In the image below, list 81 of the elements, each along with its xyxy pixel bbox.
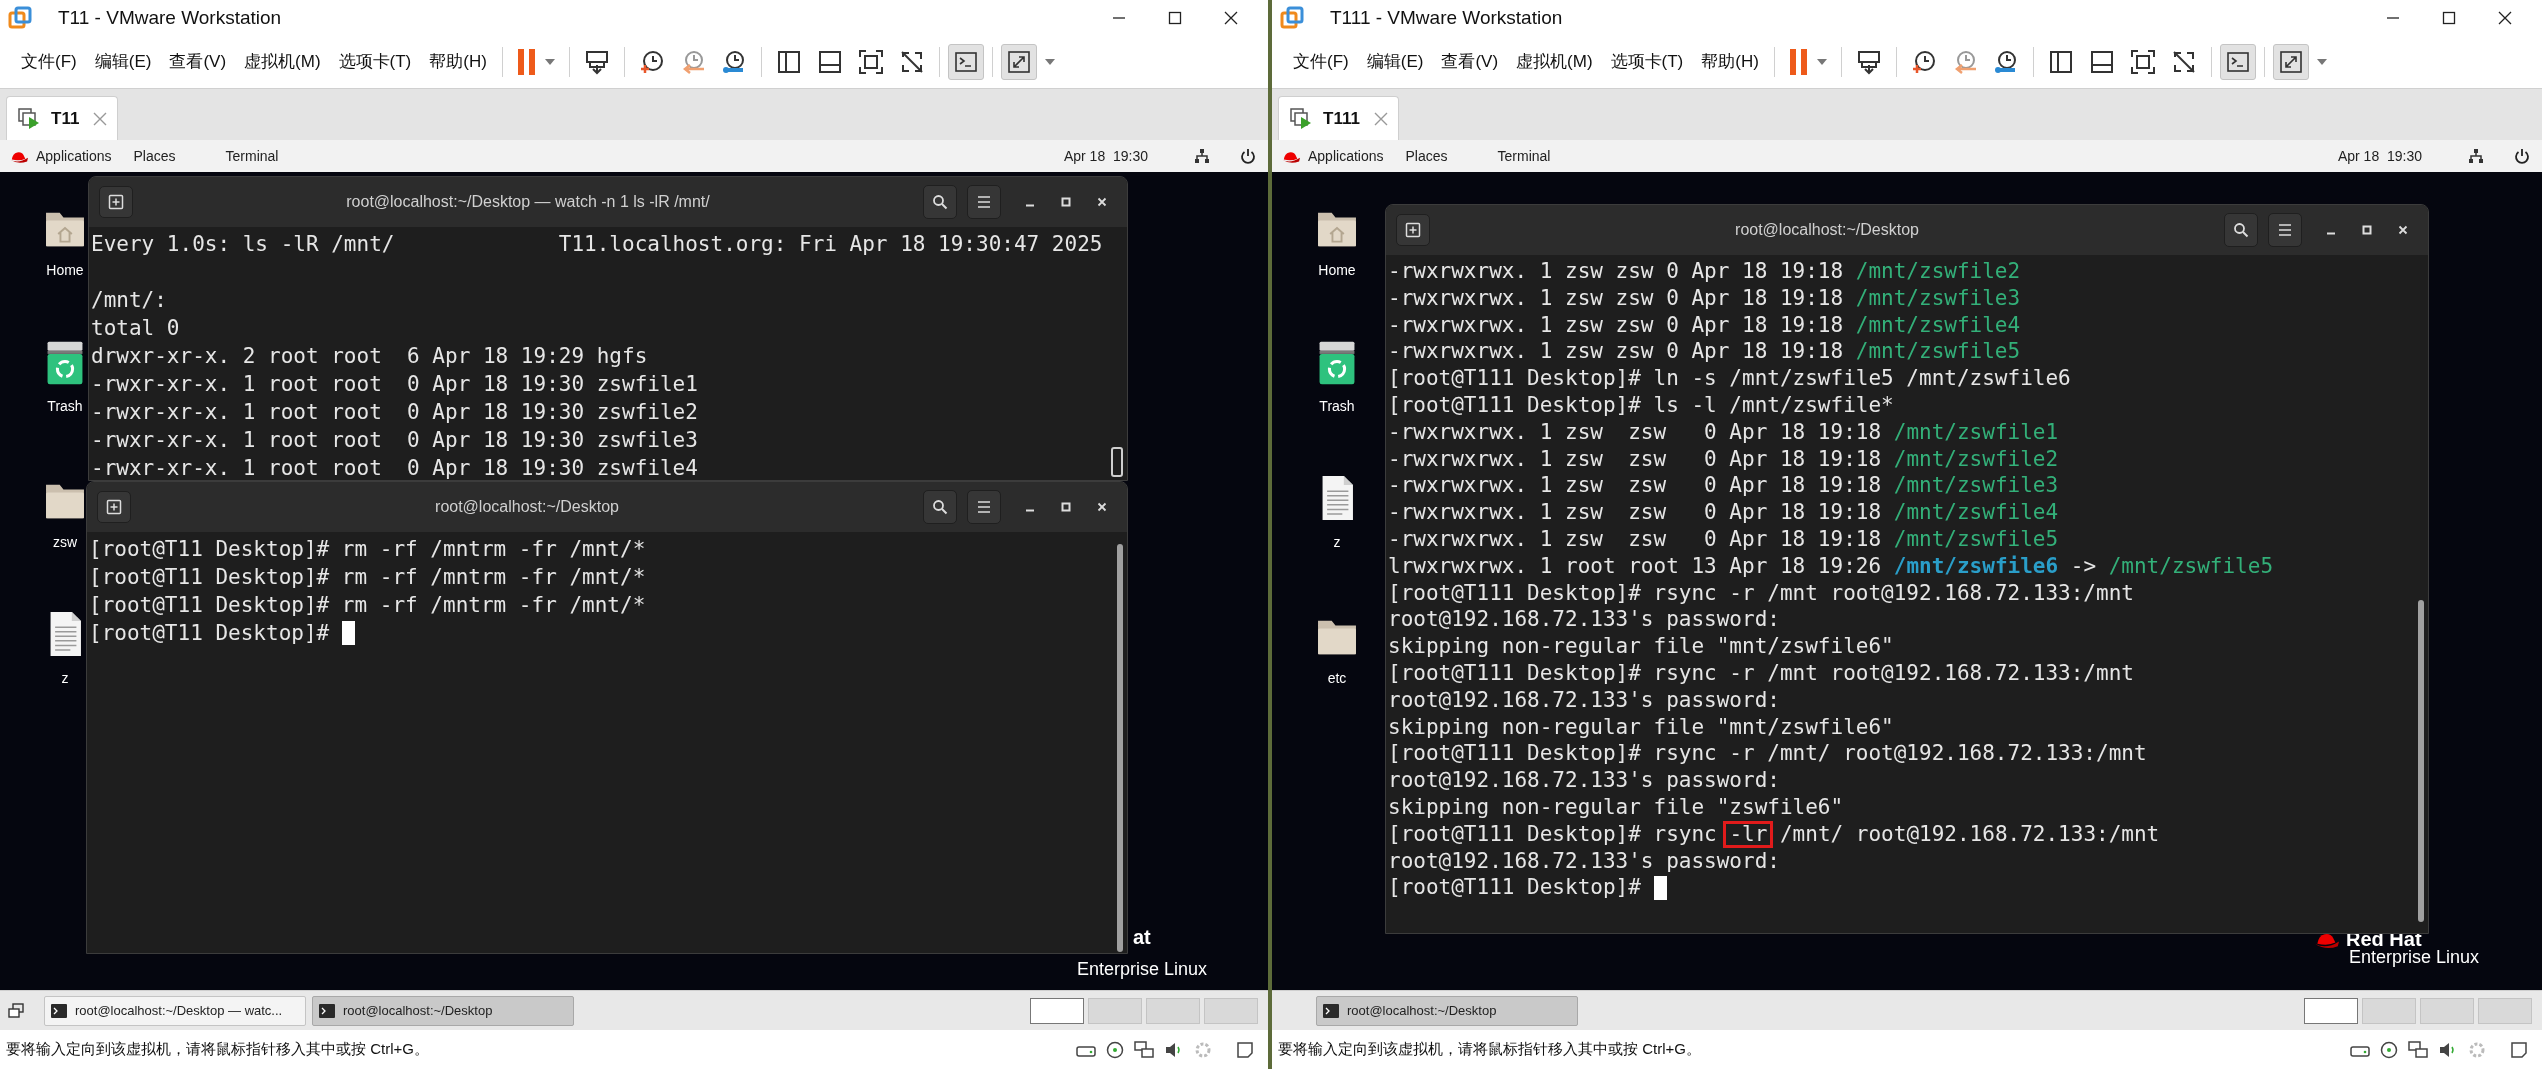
terminal-line: total 0: [91, 315, 180, 342]
terminal-text: [root@T111 Desktop]# rsync: [1388, 821, 1718, 846]
menu-item[interactable]: 文件(F): [1286, 45, 1356, 79]
clock[interactable]: Apr 18 19:30: [2337, 145, 2422, 167]
terminal-line: [root@T11 Desktop]# rm -rf /mntrm -fr /mnt/*: [89, 564, 646, 591]
terminal-line: -rwxrwxrwx. 1 zsw zsw 0 Apr 18 19:18 /mnt/zswfile4: [1388, 499, 2059, 526]
taskbar-item[interactable]: root@localhost:~/Desktop: [312, 995, 574, 1026]
menu-item[interactable]: 查看(V): [1434, 45, 1506, 79]
icon-label: z: [61, 669, 69, 688]
terminal-line: [root@T111 Desktop]# ln -s /mnt/zswfile5 /mnt/zswfile6: [1388, 365, 2071, 392]
terminal-line: skipping non-regular file "zswfile6": [1388, 793, 1844, 821]
terminal-line: Every 1.0s: ls -lR /mnt/ T11.localhost.org: Fri Apr 18 19:30:47 2025: [91, 231, 1103, 258]
terminal-line: -rwxrwxrwx. 1 zsw zsw 0 Apr 18 19:18 /mnt/zswfile1: [1388, 418, 2059, 446]
applications-menu[interactable]: Applications: [36, 145, 112, 167]
terminal-line: root@192.168.72.133's password:: [1388, 767, 1780, 794]
window-title: T111 - VMware Workstation: [1330, 5, 1563, 30]
terminal-line: -rwxr-xr-x. 1 root root 0 Apr 18 19:30 zswfile1: [91, 371, 698, 398]
highlighted-option: -lr: [1723, 820, 1774, 848]
taskbar-item[interactable]: root@localhost:~/Desktop — watc...: [44, 995, 306, 1026]
terminal-line: /mnt/:: [91, 287, 167, 314]
menu-item[interactable]: 文件(F): [14, 45, 84, 79]
brand-name: at: [1133, 925, 1151, 950]
top-bar-menu[interactable]: Terminal: [225, 145, 279, 167]
terminal-line: -rwxrwxrwx. 1 zsw zsw 0 Apr 18 19:18 /mnt/zswfile3: [1388, 284, 2021, 312]
icon-label: Trash: [47, 397, 83, 416]
menu-item[interactable]: 虚拟机(M): [1509, 45, 1600, 79]
menu-item[interactable]: 选项卡(T): [1603, 45, 1691, 79]
menu-item[interactable]: 查看(V): [162, 45, 234, 79]
menu-item[interactable]: 帮助(H): [1694, 45, 1766, 79]
menu-item[interactable]: 编辑(E): [1359, 45, 1431, 79]
terminal-line: skipping non-regular file "mnt/zswfile6": [1388, 713, 1894, 741]
menu-item[interactable]: 帮助(H): [422, 45, 494, 79]
top-bar-menu[interactable]: Terminal: [1497, 145, 1551, 167]
terminal-line: [root@T11 Desktop]#: [89, 620, 331, 647]
menu-item[interactable]: 编辑(E): [87, 45, 159, 79]
terminal-line: [root@T11 Desktop]# rm -rf /mntrm -fr /mnt/*: [89, 536, 646, 563]
taskbar-item[interactable]: root@localhost:~/Desktop: [1316, 995, 1578, 1026]
icon-label: Trash: [1319, 397, 1355, 416]
vm-tab[interactable]: T111: [1278, 96, 1399, 140]
applications-menu[interactable]: Applications: [1308, 145, 1384, 167]
icon-label: Home: [1318, 261, 1356, 280]
terminal-line: -rwxrwxrwx. 1 zsw zsw 0 Apr 18 19:18 /mnt/zswfile5: [1388, 338, 2021, 366]
terminal-line: root@192.168.72.133's password:: [1388, 847, 1780, 875]
clock[interactable]: Apr 18 19:30: [1063, 145, 1148, 167]
product-name: Enterprise Linux: [1077, 958, 1208, 981]
terminal-line: [root@T111 Desktop]# ls -l /mnt/zswfile*: [1388, 392, 1894, 419]
terminal-line: -rwxrwxrwx. 1 zsw zsw 0 Apr 18 19:18 /mnt/zswfile4: [1388, 311, 2021, 339]
terminal-line: -rwxrwxrwx. 1 zsw zsw 0 Apr 18 19:18 /mnt/zswfile5: [1388, 525, 2059, 553]
terminal-line: -rwxr-xr-x. 1 root root 0 Apr 18 19:30 zswfile2: [91, 399, 698, 426]
terminal-line: [root@T111 Desktop]#: [1388, 874, 1642, 902]
terminal-line: -rwxr-xr-x. 1 root root 0 Apr 18 19:30 zswfile4: [91, 455, 698, 480]
icon-label: Home: [46, 261, 84, 280]
top-bar-menu[interactable]: Places: [133, 145, 176, 167]
terminal-title: root@localhost:~/Desktop: [1734, 220, 1920, 240]
terminal-line: root@192.168.72.133's password:: [1388, 686, 1780, 714]
terminal-line: -rwxr-xr-x. 1 root root 0 Apr 18 19:30 zswfile3: [91, 427, 698, 454]
terminal-line: -rwxrwxrwx. 1 zsw zsw 0 Apr 18 19:18 /mnt/zswfile3: [1388, 472, 2059, 500]
menu-item[interactable]: 虚拟机(M): [237, 45, 328, 79]
terminal-line: [root@T111 Desktop]# rsync -r /mnt root@192.168.72.133:/mnt: [1388, 659, 2134, 687]
icon-label: z: [1333, 533, 1341, 552]
terminal-title: root@localhost:~/Desktop — watch -n 1 ls -lR /mnt/: [345, 192, 711, 212]
terminal-line: -rwxrwxrwx. 1 zsw zsw 0 Apr 18 19:18 /mnt/zswfile2: [1388, 445, 2059, 473]
terminal-line: drwxr-xr-x. 2 root root 6 Apr 18 19:29 hgfs: [91, 343, 648, 370]
top-bar-menu[interactable]: Places: [1405, 145, 1448, 167]
menu-item[interactable]: 选项卡(T): [331, 45, 419, 79]
terminal-line: [root@T111 Desktop]# rsync -r /mnt root@192.168.72.133:/mnt: [1388, 579, 2134, 607]
product-name: Enterprise Linux: [2349, 946, 2480, 969]
terminal-line: [root@T11 Desktop]# rm -rf /mntrm -fr /mnt/*: [89, 592, 646, 619]
status-message: 要将输入定向到该虚拟机，请将鼠标指针移入其中或按 Ctrl+G。: [1278, 1039, 1701, 1060]
terminal-line: skipping non-regular file "mnt/zswfile6": [1388, 633, 1894, 660]
status-message: 要将输入定向到该虚拟机，请将鼠标指针移入其中或按 Ctrl+G。: [6, 1039, 429, 1060]
terminal-line: [root@T111 Desktop]# rsync -r /mnt/ root@192.168.72.133:/mnt: [1388, 740, 2147, 768]
terminal-line: -rwxrwxrwx. 1 zsw zsw 0 Apr 18 19:18 /mnt/zswfile2: [1388, 258, 2021, 285]
terminal-line: lrwxrwxrwx. 1 root root 13 Apr 18 19:26 /mnt/zswfile6 -> /mnt/zswfile5: [1388, 552, 2274, 580]
vm-tab[interactable]: T11: [6, 96, 119, 140]
icon-label: zsw: [52, 533, 78, 552]
icon-label: etc: [1327, 669, 1347, 688]
terminal-text: /mnt/ root@192.168.72.133:/mnt: [1778, 821, 2160, 846]
terminal-line: root@192.168.72.133's password:: [1388, 606, 1780, 634]
window-title: T11 - VMware Workstation: [58, 5, 282, 30]
terminal-title: root@localhost:~/Desktop: [434, 497, 620, 517]
